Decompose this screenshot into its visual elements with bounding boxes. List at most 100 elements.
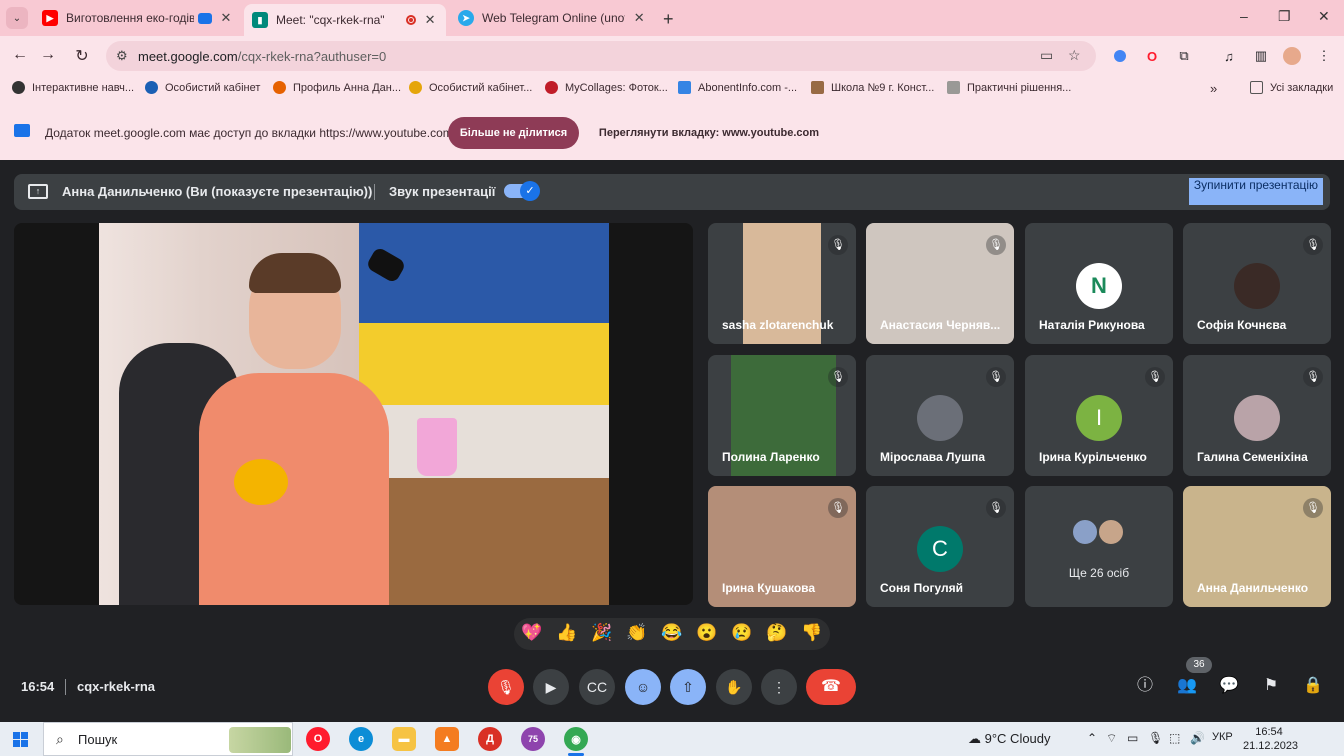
participant-tile[interactable]: 🎙 Ірина Кушакова [708,486,856,607]
tab-meet[interactable]: ▮ Meet: "cqx-rkek-rna" ✕ [244,4,446,36]
reactions-bar: 💖 👍 🎉 👏 😂 😮 😢 🤔 👎 [514,618,830,650]
bookmark-item[interactable]: Профиль Анна Дан... [273,81,401,94]
weather-widget[interactable]: ☁ 9°C Cloudy [968,731,1051,747]
participant-tile[interactable]: 🎙 Софія Кочнєва [1183,223,1331,344]
stop-presenting-button[interactable]: Зупинити презентацію [1189,178,1323,205]
all-bookmarks[interactable]: Усі закладки [1250,81,1333,94]
maximize-button[interactable]: ❐ [1278,8,1291,25]
bookmark-item[interactable]: Практичні рішення... [947,81,1071,94]
camera-toggle-button[interactable]: ▶ [533,669,569,705]
taskbar-clock[interactable]: 16:54 21.12.2023 [1243,725,1298,753]
host-controls-icon[interactable]: 🔒 [1302,675,1324,697]
presenting-bar: ↑ Анна Данильченко (Ви (показуєте презен… [14,174,1330,210]
close-tab-icon[interactable]: ✕ [631,10,647,26]
microphone-icon[interactable]: 🎙 [1148,731,1163,745]
bookmark-item[interactable]: Особистий кабінет [145,81,260,94]
volume-icon[interactable]: 🔊 [1190,731,1205,745]
presentation-audio-toggle[interactable]: ✓ [504,181,540,201]
more-options-button[interactable]: ⋮ [761,669,797,705]
close-window-button[interactable]: ✕ [1318,8,1330,25]
app-purple-icon[interactable]: 75 [521,727,545,751]
participant-tile[interactable]: 🎙 Галина Семеніхіна [1183,355,1331,476]
close-tab-icon[interactable]: ✕ [422,12,438,28]
media-control-icon[interactable]: ♫ [1219,46,1239,66]
participant-tile[interactable]: 🎙 Полина Ларенко [708,355,856,476]
bookmark-item[interactable]: Особистий кабінет... [409,81,532,94]
camera-icon[interactable]: ▭ [1040,47,1053,64]
language-indicator[interactable]: УКР [1212,731,1233,743]
browser-menu-icon[interactable]: ⋮ [1314,46,1334,66]
file-explorer-icon[interactable]: ▬ [392,727,416,751]
participant-name: Мірослава Лушпа [880,450,986,464]
view-tab-button[interactable]: Переглянути вкладку: www.youtube.com [589,117,829,149]
bookmark-item[interactable]: AbonentInfo.com -... [678,81,797,94]
people-icon[interactable]: 👥 [1176,675,1198,697]
chrome-icon[interactable]: ◉ [564,727,588,756]
app-orange-icon[interactable]: ▲ [435,727,459,751]
reaction-clap[interactable]: 👏 [625,623,649,643]
meeting-info-icon[interactable]: ⓘ [1134,675,1156,697]
captions-button[interactable]: CC [579,669,615,705]
stop-sharing-button[interactable]: Більше не ділитися [448,117,579,149]
participant-tile[interactable]: 🎙 Анастасия Черняв... [866,223,1014,344]
close-tab-icon[interactable]: ✕ [218,10,234,26]
extensions-puzzle-icon[interactable]: ⧉ [1174,46,1194,66]
windows-start-icon[interactable] [13,732,28,747]
new-tab-button[interactable]: + [663,9,674,30]
network-icon[interactable]: ⬚ [1169,731,1180,745]
edge-icon[interactable]: e [349,727,373,751]
side-panel-icon[interactable]: ▥ [1251,46,1271,66]
participant-tile[interactable]: С 🎙 Соня Погуляй [866,486,1014,607]
reaction-thinking[interactable]: 🤔 [765,623,789,643]
participant-tile[interactable]: 🎙 Мірослава Лушпа [866,355,1014,476]
more-bookmarks-icon[interactable]: » [1210,81,1217,96]
opera-extension-icon[interactable]: O [1142,46,1162,66]
reaction-thumbs-up[interactable]: 👍 [555,623,579,643]
bookmark-item[interactable]: MyCollages: Фоток... [545,81,668,94]
taskbar-search[interactable]: ⌕ Пошук [43,722,293,756]
url-text[interactable]: meet.google.com/cqx-rkek-rna?authuser=0 [138,49,386,64]
show-hidden-icons[interactable]: ⌃ [1087,731,1097,745]
tab-telegram[interactable]: ➤ Web Telegram Online (unoffici ✕ [450,4,655,32]
extension-blue-icon[interactable] [1110,46,1130,66]
reaction-thumbs-down[interactable]: 👎 [800,623,824,643]
heart-icon [545,81,558,94]
reaction-party[interactable]: 🎉 [590,623,614,643]
leave-call-button[interactable]: ☎ [806,669,856,705]
raise-hand-button[interactable]: ✋ [716,669,752,705]
app-red-icon[interactable]: Д [478,727,502,751]
participant-avatar: N [1076,263,1122,309]
people-count-badge: 36 [1186,657,1212,673]
back-button[interactable]: ← [10,46,30,64]
battery-icon[interactable]: ▭ [1127,731,1138,745]
reaction-heart[interactable]: 💖 [520,623,544,643]
site-icon [811,81,824,94]
tab-search-icon[interactable]: ⌄ [6,7,28,29]
bookmark-star-icon[interactable]: ☆ [1068,47,1081,64]
address-bar[interactable]: ⚙ meet.google.com/cqx-rkek-rna?authuser=… [106,41,1096,71]
reactions-button[interactable]: ☺ [625,669,661,705]
present-button[interactable]: ⇧ [670,669,706,705]
activities-icon[interactable]: ⚑ [1260,675,1282,697]
bookmark-item[interactable]: Інтерактивне навч... [12,81,134,94]
participant-tile[interactable]: 🎙 Анна Данильченко [1183,486,1331,607]
participant-tile[interactable]: 🎙 sasha zlotarenchuk [708,223,856,344]
profile-avatar[interactable] [1282,46,1302,66]
minimize-button[interactable]: – [1240,8,1248,24]
tab-youtube[interactable]: ▶ Виготовлення еко-годівни ✕ [34,4,242,32]
reload-button[interactable]: ↻ [72,46,92,66]
site-info-icon[interactable]: ⚙ [116,48,128,64]
participant-tile[interactable]: І 🎙 Ірина Курільченко [1025,355,1173,476]
wifi-icon[interactable]: ⌔ [1106,731,1117,746]
mic-toggle-button[interactable]: 🎙 [488,669,524,705]
forward-button[interactable]: → [38,46,58,64]
opera-icon[interactable]: O [306,727,330,751]
bookmark-item[interactable]: Школа №9 г. Конст... [811,81,934,94]
chat-icon[interactable]: 💬 [1218,675,1240,697]
more-participants-tile[interactable]: Ще 26 осіб [1025,486,1173,607]
reaction-laugh[interactable]: 😂 [660,623,684,643]
mic-muted-icon: 🎙 [1303,235,1323,255]
reaction-surprised[interactable]: 😮 [695,623,719,643]
participant-tile[interactable]: N Наталія Рикунова [1025,223,1173,344]
reaction-sad[interactable]: 😢 [730,623,754,643]
